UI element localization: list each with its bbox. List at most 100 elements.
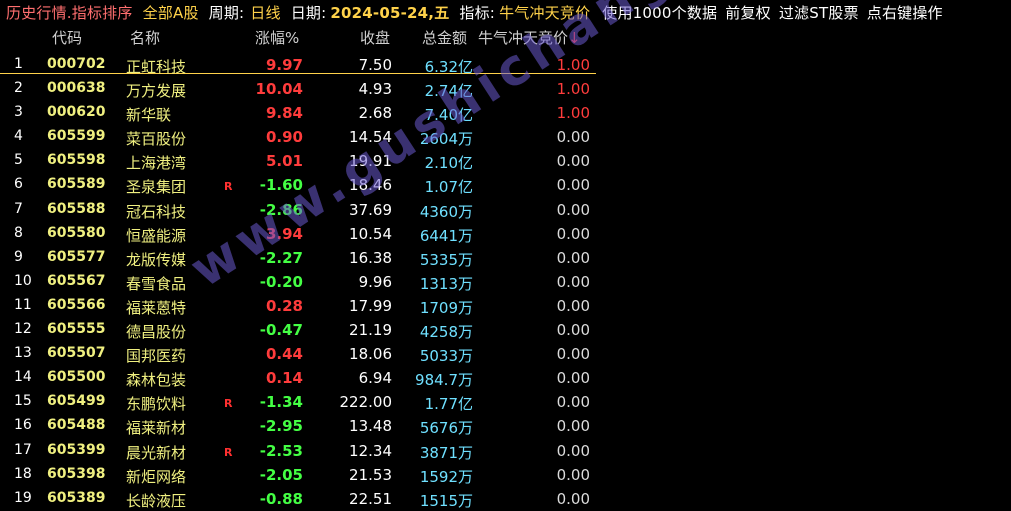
market-selector[interactable]: 全部A股 [143, 2, 199, 23]
total-amount: 4360万 [419, 202, 473, 221]
stock-code: 000638 [47, 80, 106, 97]
indicator-value: 0.00 [556, 296, 590, 315]
margin-flag: R [224, 445, 233, 459]
date-value[interactable]: 2024-05-24,五 [330, 2, 449, 23]
stock-name: 春雪食品 [126, 274, 187, 293]
row-index: 17 [14, 441, 32, 458]
close-price: 13.48 [349, 417, 392, 436]
filter-st-toggle[interactable]: 过滤ST股票 [779, 2, 859, 23]
table-row[interactable]: 2 000638 万方发展 10.04 4.93 2.74亿 1.00 [0, 77, 1011, 101]
column-header-close[interactable]: 收盘 [360, 27, 390, 48]
table-row[interactable]: 16 605488 福莱新材 -2.95 13.48 5676万 0.00 [0, 414, 1011, 438]
row-index: 16 [14, 417, 32, 434]
column-header-change[interactable]: 涨幅% [255, 27, 299, 48]
total-amount: 2604万 [419, 130, 473, 149]
stock-name: 东鹏饮料 [126, 395, 187, 414]
table-row[interactable]: 4 605599 菜百股份 0.90 14.54 2604万 0.00 [0, 125, 1011, 149]
indicator-value: 0.00 [556, 345, 590, 364]
stock-name: 福莱新材 [126, 419, 187, 438]
close-price: 17.99 [349, 296, 392, 315]
table-row[interactable]: 8 605580 恒盛能源 3.94 10.54 6441万 0.00 [0, 222, 1011, 246]
change-percent: 0.44 [265, 345, 303, 364]
table-row[interactable]: 12 605555 德昌股份 -0.47 21.19 4258万 0.00 [0, 318, 1011, 342]
change-percent: -0.47 [259, 321, 303, 340]
table-row[interactable]: 7 605588 冠石科技 -2.86 37.69 4360万 0.00 [0, 198, 1011, 222]
table-row[interactable]: 9 605577 龙版传媒 -2.27 16.38 5335万 0.00 [0, 246, 1011, 270]
stock-code: 605488 [47, 417, 106, 434]
stock-name: 国邦医药 [126, 347, 187, 366]
stock-name: 恒盛能源 [126, 226, 187, 245]
change-percent: 3.94 [265, 224, 303, 243]
indicator-value: 0.00 [556, 393, 590, 412]
change-percent: 9.84 [265, 104, 303, 123]
change-percent: 0.28 [265, 296, 303, 315]
stock-code: 605507 [47, 345, 106, 362]
stock-code: 605555 [47, 321, 106, 338]
table-row[interactable]: 10 605567 春雪食品 -0.20 9.96 1313万 0.00 [0, 270, 1011, 294]
adjust-mode[interactable]: 前复权 [725, 2, 771, 23]
table-row[interactable]: 19 605389 长龄液压 -0.88 22.51 1515万 0.00 [0, 487, 1011, 511]
table-row[interactable]: 15 605499 东鹏饮料 R -1.34 222.00 1.77亿 0.00 [0, 390, 1011, 414]
stock-name: 正虹科技 [126, 58, 187, 76]
table-row[interactable]: 1 000702 正虹科技 9.97 7.50 6.32亿 1.00 [0, 53, 1011, 77]
table-row[interactable]: 3 000620 新华联 9.84 2.68 7.40亿 1.00 [0, 101, 1011, 125]
period-value[interactable]: 日线 [250, 2, 280, 23]
table-row[interactable]: 17 605399 晨光新材 R -2.53 12.34 3871万 0.00 [0, 439, 1011, 463]
close-price: 16.38 [349, 248, 392, 267]
table-row[interactable]: 18 605398 新炬网络 -2.05 21.53 1592万 0.00 [0, 463, 1011, 487]
close-price: 10.54 [349, 224, 392, 243]
stock-code: 605566 [47, 296, 106, 313]
close-price: 19.91 [349, 152, 392, 171]
stock-name: 冠石科技 [126, 202, 187, 221]
top-status-bar: 历史行情.指标排序 全部A股 周期: 日线 日期: 2024-05-24,五 指… [0, 0, 1011, 25]
change-percent: -0.20 [259, 272, 303, 291]
close-price: 9.96 [358, 272, 392, 291]
total-amount: 5335万 [419, 250, 473, 269]
stock-name: 新华联 [126, 106, 172, 125]
close-price: 222.00 [339, 393, 393, 412]
total-amount: 1313万 [419, 274, 473, 293]
row-index: 13 [14, 345, 32, 362]
stock-code: 605500 [47, 369, 106, 386]
period-label: 周期: [208, 4, 245, 22]
history-sort-mode[interactable]: 历史行情.指标排序 [6, 2, 133, 23]
stock-name: 福莱蒽特 [126, 298, 187, 317]
data-count-note: 使用1000个数据 [602, 4, 718, 22]
total-amount: 4258万 [419, 323, 473, 342]
stock-code: 605598 [47, 152, 106, 169]
stock-name: 长龄液压 [126, 491, 187, 510]
indicator-value: 0.00 [556, 321, 590, 340]
stock-table-body: 1 000702 正虹科技 9.97 7.50 6.32亿 1.00 2 000638 万方发展 1… [0, 53, 1011, 511]
stock-name: 德昌股份 [126, 323, 187, 342]
stock-name: 晨光新材 [126, 443, 187, 462]
row-index: 8 [14, 224, 23, 241]
indicator-value[interactable]: 牛气冲天竞价 [499, 2, 590, 23]
close-price: 7.50 [358, 56, 392, 74]
table-row[interactable]: 11 605566 福莱蒽特 0.28 17.99 1709万 0.00 [0, 294, 1011, 318]
close-price: 4.93 [358, 80, 392, 99]
stock-name: 万方发展 [126, 82, 187, 101]
stock-name: 森林包装 [126, 371, 187, 390]
table-row[interactable]: 14 605500 森林包装 0.14 6.94 984.7万 0.00 [0, 366, 1011, 390]
total-amount: 984.7万 [415, 371, 473, 390]
row-index: 19 [14, 489, 32, 506]
table-header: 代码 名称 涨幅% 收盘 总金额 牛气冲天竞价↓ [0, 27, 1011, 51]
column-header-indicator[interactable]: 牛气冲天竞价↓ [478, 27, 581, 48]
change-percent: 5.01 [265, 152, 303, 171]
total-amount: 2.10亿 [424, 154, 473, 173]
change-percent: -2.05 [259, 465, 303, 484]
change-percent: -2.53 [259, 441, 303, 460]
table-row[interactable]: 6 605589 圣泉集团 R -1.60 18.46 1.07亿 0.00 [0, 173, 1011, 197]
close-price: 18.06 [349, 345, 392, 364]
margin-flag: R [224, 180, 233, 194]
table-row[interactable]: 13 605507 国邦医药 0.44 18.06 5033万 0.00 [0, 342, 1011, 366]
column-header-code[interactable]: 代码 [52, 27, 82, 48]
column-header-name[interactable]: 名称 [130, 27, 160, 48]
indicator-value: 1.00 [556, 104, 590, 123]
row-index: 12 [14, 321, 32, 338]
table-row[interactable]: 5 605598 上海港湾 5.01 19.91 2.10亿 0.00 [0, 149, 1011, 173]
close-price: 12.34 [349, 441, 392, 460]
stock-code: 605580 [47, 224, 106, 241]
column-header-amount[interactable]: 总金额 [422, 27, 467, 48]
indicator-value: 0.00 [556, 200, 590, 219]
